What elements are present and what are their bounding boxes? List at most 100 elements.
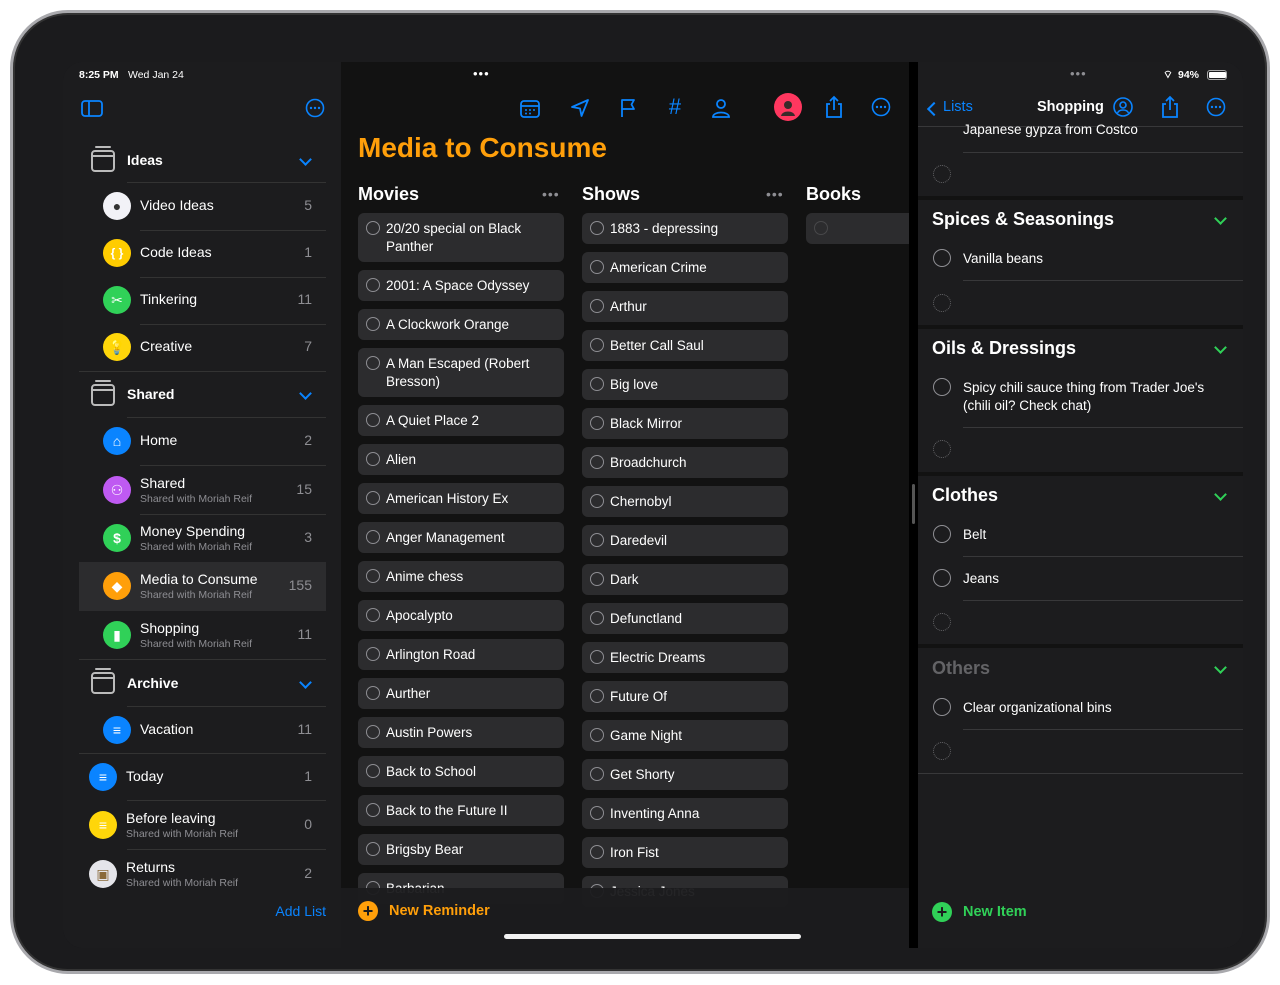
reminder-checkbox[interactable] (590, 806, 604, 820)
reminder-card[interactable]: Black Mirror (582, 408, 788, 439)
reminder-card[interactable]: American Crime (582, 252, 788, 283)
new-item-placeholder[interactable] (933, 742, 951, 760)
new-item-placeholder[interactable] (933, 165, 951, 183)
reminder-card[interactable]: Brigsby Bear (358, 834, 564, 865)
reminder-checkbox[interactable] (366, 452, 380, 466)
reminder-card[interactable]: Anime chess (358, 561, 564, 592)
reminder-card[interactable]: Back to School (358, 756, 564, 787)
shared-person-icon[interactable] (1111, 95, 1135, 119)
reminder-card[interactable]: Arthur (582, 291, 788, 322)
new-item-placeholder[interactable] (933, 294, 951, 312)
reminder-checkbox[interactable] (814, 221, 828, 235)
reminder-checkbox[interactable] (590, 455, 604, 469)
reminder-checkbox[interactable] (590, 689, 604, 703)
plus-icon[interactable]: + (358, 901, 378, 921)
share-icon[interactable] (822, 94, 846, 120)
reminder-card[interactable]: Future Of (582, 681, 788, 712)
reminder-checkbox[interactable] (590, 299, 604, 313)
new-reminder-button[interactable]: New Reminder (389, 903, 490, 919)
reminder-card[interactable]: A Clockwork Orange (358, 309, 564, 340)
chevron-down-icon[interactable] (1214, 341, 1227, 354)
person-icon[interactable] (709, 96, 733, 120)
reminder-checkbox[interactable] (366, 608, 380, 622)
reminder-card[interactable]: A Quiet Place 2 (358, 405, 564, 436)
column-more-icon[interactable]: ••• (542, 186, 560, 202)
add-list-button[interactable]: Add List (275, 903, 326, 919)
flag-icon[interactable] (616, 96, 640, 120)
reminder-card[interactable]: Big love (582, 369, 788, 400)
sidebar-item-code-ideas[interactable]: { } Code Ideas 1 (79, 230, 326, 277)
split-grabber[interactable] (912, 484, 915, 524)
reminder-checkbox[interactable] (590, 221, 604, 235)
reminder-checkbox[interactable] (590, 377, 604, 391)
sidebar-item-today[interactable]: ≡ Today 1 (79, 754, 326, 801)
reminder-card[interactable]: Game Night (582, 720, 788, 751)
reminder-checkbox[interactable] (366, 803, 380, 817)
reminder-card[interactable]: Defunctland (582, 603, 788, 634)
reminder-card[interactable]: Apocalypto (358, 600, 564, 631)
location-icon[interactable] (568, 96, 592, 120)
new-item-placeholder[interactable] (933, 613, 951, 631)
group-shared[interactable]: Shared (127, 386, 174, 402)
reminder-checkbox[interactable] (366, 647, 380, 661)
reminder-checkbox[interactable] (590, 650, 604, 664)
reminder-checkbox[interactable] (366, 764, 380, 778)
reminder-card[interactable]: Electric Dreams (582, 642, 788, 673)
reminder-checkbox[interactable] (366, 221, 380, 235)
item-checkbox[interactable] (933, 249, 951, 267)
reminder-card[interactable]: Inventing Anna (582, 798, 788, 829)
new-item-button[interactable]: New Item (963, 904, 1027, 920)
new-item-placeholder[interactable] (933, 440, 951, 458)
reminder-card[interactable]: Aurther (358, 678, 564, 709)
item-checkbox[interactable] (933, 698, 951, 716)
plus-icon[interactable]: + (932, 902, 952, 922)
item-checkbox[interactable] (933, 569, 951, 587)
reminder-card[interactable]: Dark (582, 564, 788, 595)
hashtag-icon[interactable]: # (663, 94, 687, 119)
reminder-checkbox[interactable] (366, 491, 380, 505)
chevron-down-icon[interactable] (299, 153, 312, 166)
chevron-down-icon[interactable] (299, 387, 312, 400)
reminder-checkbox[interactable] (590, 416, 604, 430)
reminder-checkbox[interactable] (590, 494, 604, 508)
reminder-checkbox[interactable] (366, 317, 380, 331)
chevron-down-icon[interactable] (1214, 212, 1227, 225)
back-button[interactable]: Lists (943, 99, 973, 115)
reminder-card[interactable]: Chernobyl (582, 486, 788, 517)
sidebar-toggle-icon[interactable] (80, 98, 104, 118)
reminder-checkbox[interactable] (590, 728, 604, 742)
sidebar-item-shared[interactable]: ⚇ Shared Shared with Moriah Reif 15 (79, 466, 326, 515)
sidebar-item-video-ideas[interactable]: ● Video Ideas 5 (79, 183, 326, 230)
column-more-icon[interactable]: ••• (766, 186, 784, 202)
reminder-card[interactable]: Iron Fist (582, 837, 788, 868)
reminder-card[interactable]: 20/20 special on Black Panther (358, 213, 564, 262)
back-chevron-icon[interactable] (926, 101, 942, 117)
reminder-checkbox[interactable] (590, 845, 604, 859)
reminder-checkbox[interactable] (366, 686, 380, 700)
home-indicator[interactable] (504, 934, 801, 939)
reminder-card[interactable]: Back to the Future II (358, 795, 564, 826)
sidebar-more-icon[interactable] (304, 97, 326, 119)
chevron-down-icon[interactable] (1214, 488, 1227, 501)
reminder-checkbox[interactable] (366, 278, 380, 292)
sidebar-item-vacation[interactable]: ≡ Vacation 11 (79, 707, 326, 754)
reminder-card[interactable]: Get Shorty (582, 759, 788, 790)
reminder-card[interactable] (806, 213, 916, 244)
avatar[interactable] (774, 93, 802, 121)
reminder-checkbox[interactable] (366, 530, 380, 544)
reminder-card[interactable]: Alien (358, 444, 564, 475)
reminder-checkbox[interactable] (366, 842, 380, 856)
sidebar-item-shopping[interactable]: ▮ Shopping Shared with Moriah Reif 11 (79, 611, 326, 660)
item-checkbox[interactable] (933, 378, 951, 396)
more-icon[interactable] (870, 96, 892, 118)
sidebar-item-creative[interactable]: 💡 Creative 7 (79, 324, 326, 371)
reminder-checkbox[interactable] (366, 413, 380, 427)
reminder-checkbox[interactable] (366, 356, 380, 370)
reminder-card[interactable]: Anger Management (358, 522, 564, 553)
sidebar-item-before-leaving[interactable]: ≡ Before leaving Shared with Moriah Reif… (79, 801, 326, 850)
reminder-card[interactable]: A Man Escaped (Robert Bresson) (358, 348, 564, 397)
multitasking-dots[interactable]: ••• (473, 66, 490, 81)
multitasking-dots[interactable]: ••• (1070, 66, 1087, 81)
reminder-checkbox[interactable] (590, 572, 604, 586)
calendar-icon[interactable] (518, 96, 542, 120)
